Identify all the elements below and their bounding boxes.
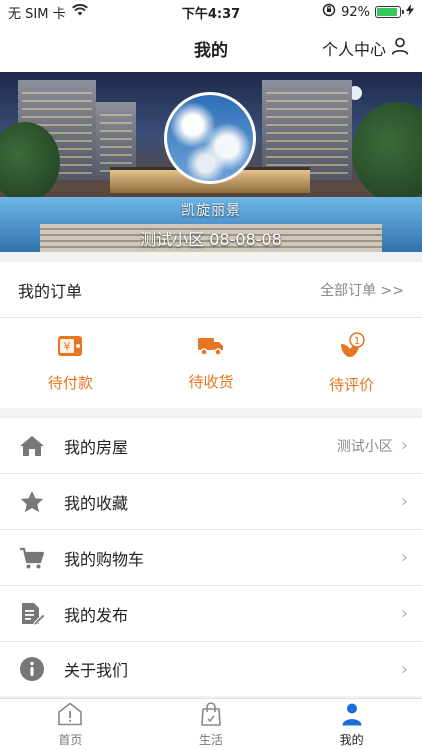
person-icon (340, 702, 364, 729)
menu-item-label: 我的收藏 (64, 493, 129, 513)
menu-item-value: 测试小区 (336, 438, 393, 455)
wallet-icon: ¥ (57, 334, 83, 362)
order-pending-payment[interactable]: ¥ 待付款 (0, 318, 141, 408)
order-pending-receipt[interactable]: 待收货 (141, 318, 282, 408)
user-name: 凯旋丽景 (181, 203, 241, 219)
menu-item-cart[interactable]: 我的购物车 › (0, 530, 422, 586)
community-tag: 测试小区 08-08-08 (140, 230, 282, 249)
info-icon (18, 655, 46, 683)
cart-icon (18, 544, 46, 572)
star-icon (18, 488, 46, 516)
tab-life[interactable]: 生活 (141, 699, 282, 750)
menu-item-label: 关于我们 (64, 661, 129, 680)
profile-banner: 凯旋丽景 测试小区 08-08-08 (0, 72, 422, 252)
chevron-right-icon: › (400, 603, 408, 624)
nav-bar: 我的 个人中心 (0, 24, 422, 72)
status-bar: 无 SIM 卡 下午4:37 92% (0, 0, 422, 24)
tab-label: 首页 (58, 732, 83, 747)
orders-header: 我的订单 全部订单 >> (0, 262, 422, 318)
battery-icon (375, 6, 404, 18)
menu-list: 我的房屋 测试小区 › 我的收藏 › 我的购物车 › 我的发布 › 关于我们 › (0, 418, 422, 696)
orders-title: 我的订单 (18, 281, 83, 301)
menu-item-my-house[interactable]: 我的房屋 测试小区 › (0, 418, 422, 474)
order-pending-review-label: 待评价 (329, 375, 375, 394)
tab-bar: 首页 生活 我的 (0, 698, 422, 750)
order-pending-payment-label: 待付款 (47, 373, 93, 392)
order-pending-review[interactable]: 1 待评价 (281, 318, 422, 408)
order-status-row: ¥ 待付款 待收货 1 待评价 (0, 318, 422, 408)
page-title: 我的 (194, 40, 228, 61)
building-right (262, 80, 352, 180)
truck-icon (197, 335, 225, 361)
publish-icon (18, 600, 46, 628)
all-orders-link[interactable]: 全部订单 >> (320, 280, 404, 300)
tab-home[interactable]: 首页 (0, 699, 141, 750)
chevron-right-icon: › (400, 658, 408, 680)
chevron-right-icon: › (400, 435, 408, 456)
house-icon (18, 432, 46, 460)
user-outline-icon (390, 36, 410, 60)
wifi-icon (71, 4, 88, 20)
personal-center-label: 个人中心 (321, 40, 386, 59)
menu-item-publish[interactable]: 我的发布 › (0, 586, 422, 642)
menu-item-label: 我的发布 (64, 605, 129, 625)
chevron-right-icon: › (400, 547, 408, 568)
order-pending-receipt-label: 待收货 (188, 372, 234, 391)
chevron-right-icon: › (400, 491, 408, 512)
review-icon: 1 (337, 331, 367, 364)
battery-percent: 92% (341, 4, 370, 20)
bag-icon (199, 701, 223, 729)
tab-label: 生活 (199, 732, 224, 747)
personal-center-button[interactable]: 个人中心 (322, 24, 410, 72)
charging-icon (406, 4, 414, 20)
menu-item-about[interactable]: 关于我们 › (0, 642, 422, 696)
tree-right (352, 102, 422, 202)
tab-mine[interactable]: 我的 (281, 699, 422, 750)
carrier-label: 无 SIM 卡 (8, 6, 66, 22)
tab-label: 我的 (339, 732, 364, 747)
avatar[interactable] (164, 92, 256, 184)
menu-item-label: 我的房屋 (64, 437, 129, 457)
home-icon (57, 702, 83, 729)
review-badge: 1 (353, 336, 359, 347)
orientation-lock-icon (322, 3, 336, 21)
menu-item-favorites[interactable]: 我的收藏 › (0, 474, 422, 530)
svg-text:¥: ¥ (64, 340, 71, 353)
menu-item-label: 我的购物车 (64, 549, 145, 569)
